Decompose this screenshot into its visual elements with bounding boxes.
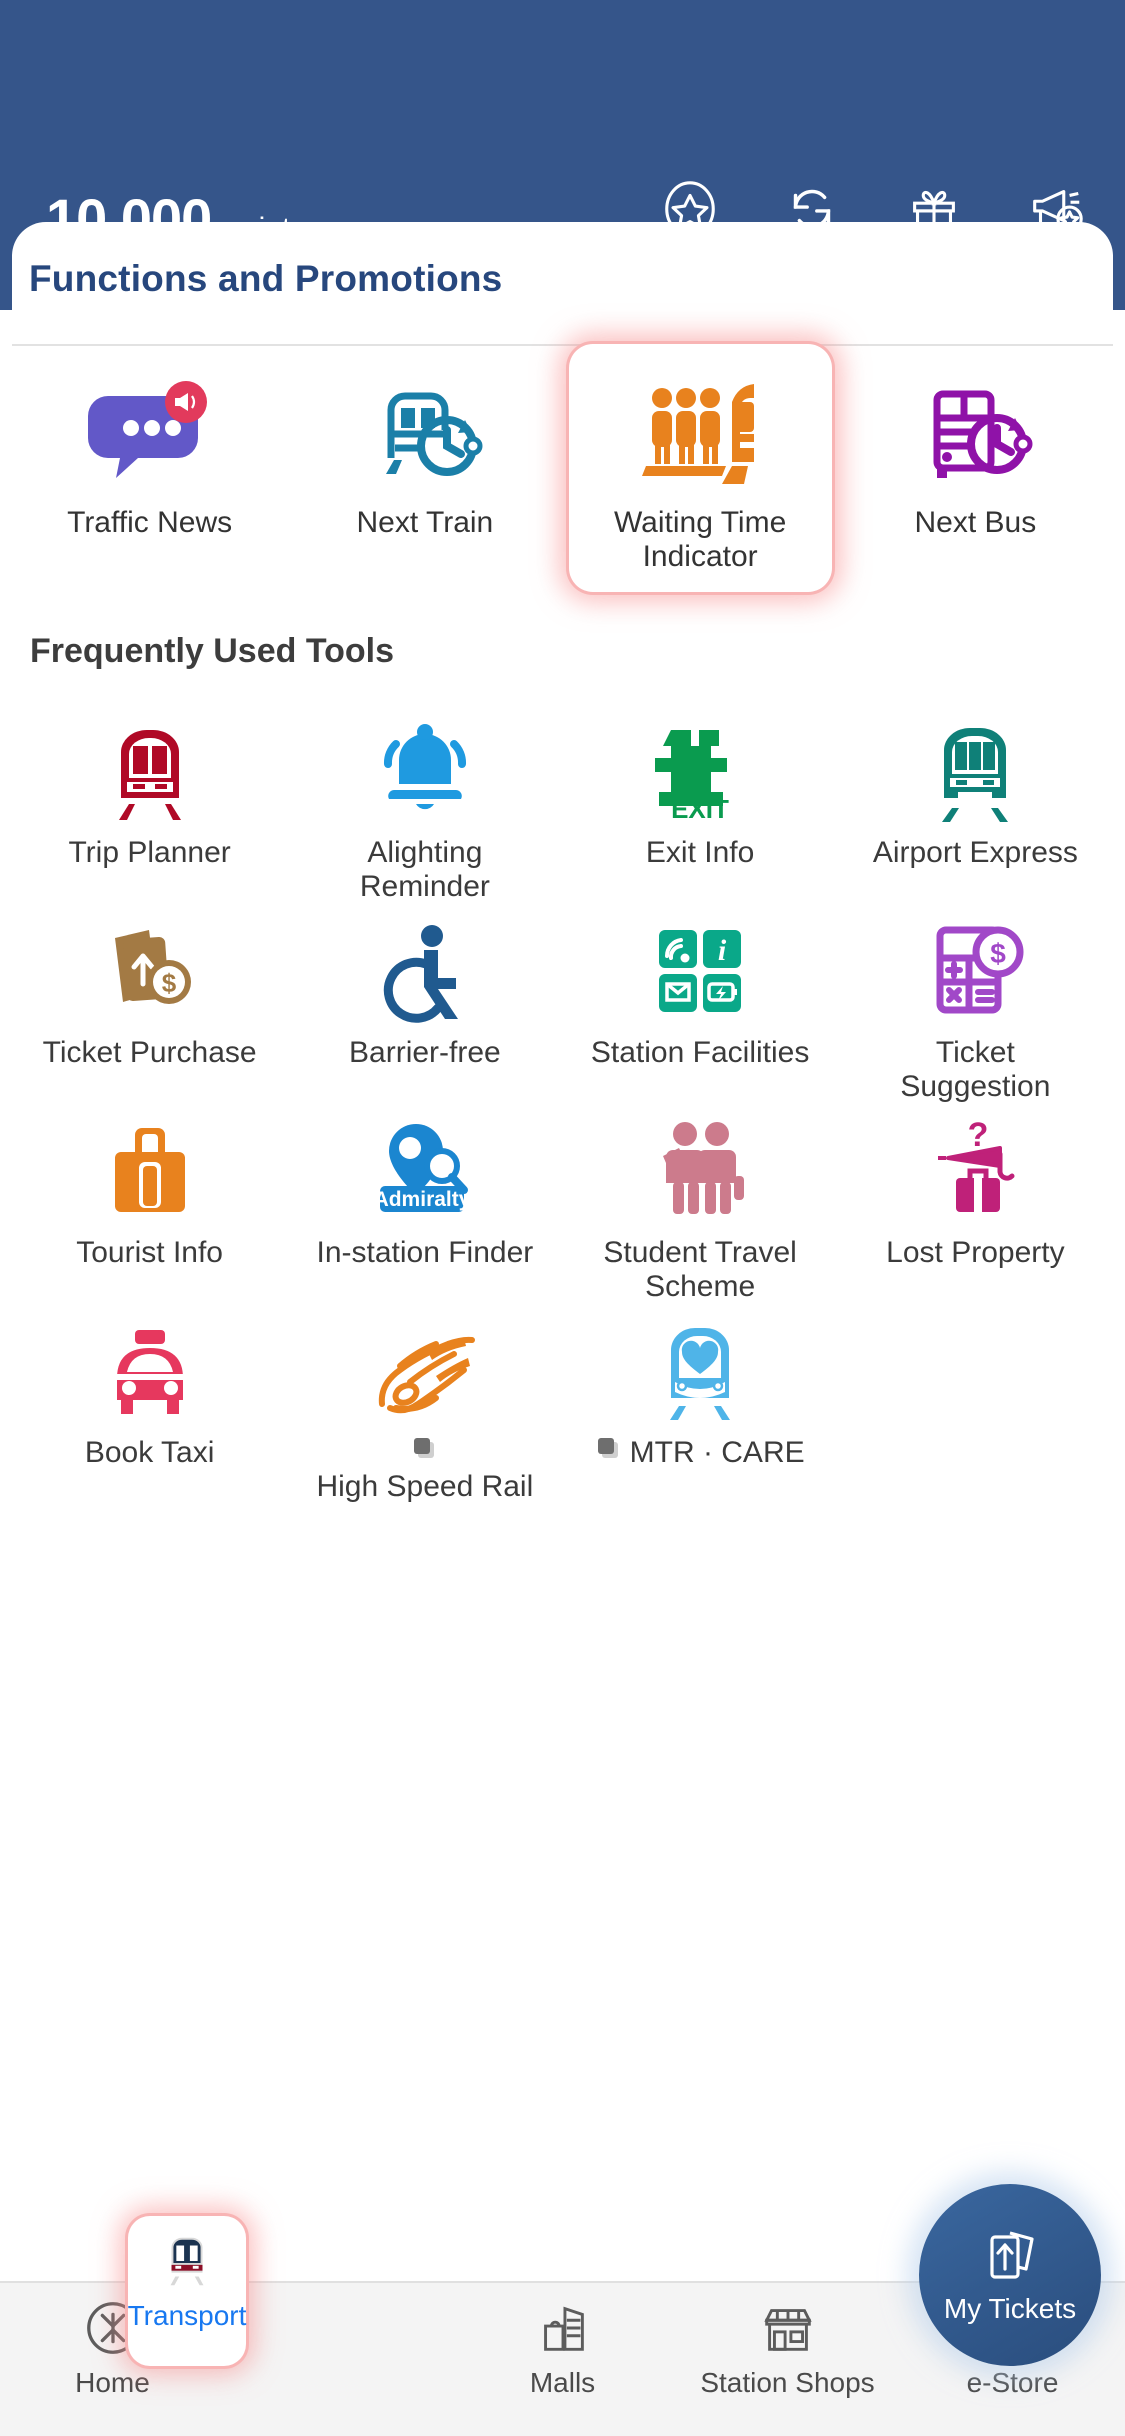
svg-text:EXIT: EXIT — [671, 794, 729, 824]
tool-item-mtr-care[interactable]: MTR · CARE — [563, 1310, 838, 1510]
tickets-icon — [978, 2225, 1042, 2289]
facilities-grid-icon: i — [641, 920, 759, 1024]
tool-label: Alighting Reminder — [359, 836, 490, 904]
tool-label: Student Travel Scheme — [603, 1236, 797, 1304]
tool-item-exit-info[interactable]: EXIT Exit Info — [563, 710, 838, 910]
storefront-icon — [757, 2297, 819, 2359]
tool-label: MTR · CARE — [596, 1436, 805, 1470]
bell-icon — [366, 720, 484, 824]
train-clock-icon — [361, 380, 489, 490]
promo-label: Next Train — [356, 506, 494, 539]
tool-item-barrier-free[interactable]: Barrier-free — [287, 910, 562, 1110]
tool-item-book-taxi[interactable]: Book Taxi — [12, 1310, 287, 1510]
nav-label: e-Store — [966, 2367, 1059, 2398]
page-title: Functions and Promotions — [29, 258, 503, 299]
promo-label: Waiting Time Indicator — [613, 506, 787, 573]
svg-text:$: $ — [991, 938, 1007, 969]
external-link-icon — [597, 1438, 618, 1458]
my-tickets-fab[interactable]: My Tickets — [919, 2184, 1101, 2366]
exit-sign-icon: EXIT — [641, 720, 759, 824]
suitcase-icon — [91, 1120, 209, 1224]
svg-text:$: $ — [161, 968, 176, 998]
nav-label: Home — [75, 2367, 150, 2398]
tool-label: In-station Finder — [316, 1236, 534, 1269]
tool-item-airport-express[interactable]: Airport Express — [838, 710, 1113, 910]
svg-text:i: i — [718, 934, 727, 967]
frequently-used-tools-grid: Trip Planner Alighting Reminder EXIT Exi… — [12, 710, 1113, 1510]
content-sheet: Functions and Promotions Traffic News Ne… — [12, 222, 1113, 2436]
sheet-divider — [12, 344, 1113, 346]
external-link-icon — [413, 1438, 434, 1458]
promo-label: Next Bus — [914, 506, 1037, 539]
tool-item-student-travel-scheme[interactable]: Student Travel Scheme — [563, 1110, 838, 1310]
promo-item-next-train[interactable]: Next Train — [287, 362, 562, 592]
nav-spacer-transport — [225, 2283, 450, 2436]
tool-label: Trip Planner — [68, 836, 231, 869]
two-students-icon — [641, 1120, 759, 1224]
umbrella-suitcase-question-icon: ? — [916, 1120, 1034, 1224]
tool-item-ticket-purchase[interactable]: $ Ticket Purchase — [12, 910, 287, 1110]
tool-label: Tourist Info — [76, 1236, 223, 1269]
bus-clock-icon — [911, 380, 1039, 490]
speech-bubble-megaphone-icon — [86, 380, 214, 490]
functions-promotions-grid: Traffic News Next Train Waiting Time Ind… — [12, 344, 1113, 592]
train-nav-icon — [156, 2230, 218, 2292]
tool-item-high-speed-rail[interactable]: High Speed Rail — [287, 1310, 562, 1510]
tool-label: High Speed Rail — [310, 1436, 540, 1504]
buildings-icon — [532, 2297, 594, 2359]
nav-item-transport[interactable]: Transport — [128, 2216, 246, 2366]
tool-label: Ticket Suggestion — [900, 1036, 1051, 1104]
nav-item-station-shops[interactable]: Station Shops — [675, 2283, 900, 2436]
taxi-icon — [91, 1320, 209, 1424]
tool-item-tourist-info[interactable]: Tourist Info — [12, 1110, 287, 1310]
tool-item-alighting-reminder[interactable]: Alighting Reminder — [287, 710, 562, 910]
tool-item-lost-property[interactable]: ? Lost Property — [838, 1110, 1113, 1310]
tools-section-title: Frequently Used Tools — [30, 632, 394, 670]
train-heart-icon — [641, 1320, 759, 1424]
tool-label: Ticket Purchase — [42, 1036, 257, 1069]
tool-label: Barrier-free — [349, 1036, 501, 1069]
tool-item-station-facilities[interactable]: i Station Facilities — [563, 910, 838, 1110]
wheelchair-icon — [366, 920, 484, 1024]
tool-label: Station Facilities — [590, 1036, 810, 1069]
promo-item-traffic-news[interactable]: Traffic News — [12, 362, 287, 592]
station-badge-text: Admiralty — [373, 1188, 470, 1211]
nav-label: Malls — [529, 2367, 596, 2398]
nav-label: Station Shops — [700, 2367, 875, 2398]
high-speed-train-icon — [366, 1320, 484, 1424]
promo-label: Traffic News — [67, 506, 233, 539]
ticket-dollar-icon: $ — [91, 920, 209, 1024]
promo-item-waiting-time-indicator[interactable]: Waiting Time Indicator — [568, 344, 832, 592]
train-front-icon — [91, 720, 209, 824]
tool-label: Book Taxi — [84, 1436, 215, 1469]
fab-label: My Tickets — [943, 2293, 1077, 2324]
nav-item-malls[interactable]: Malls — [450, 2283, 675, 2436]
promo-item-next-bus[interactable]: Next Bus — [838, 362, 1113, 592]
calculator-dollar-icon: $ — [916, 920, 1034, 1024]
map-pin-search-icon: Admiralty — [366, 1120, 484, 1224]
people-train-waiting-icon — [636, 380, 764, 490]
nav-label: Transport — [127, 2300, 247, 2331]
tool-item-trip-planner[interactable]: Trip Planner — [12, 710, 287, 910]
tool-label: Exit Info — [645, 836, 755, 869]
airport-train-icon — [916, 720, 1034, 824]
tool-label: Airport Express — [872, 836, 1078, 869]
tool-item-ticket-suggestion[interactable]: $ Ticket Suggestion — [838, 910, 1113, 1110]
tool-label: Lost Property — [886, 1236, 1065, 1269]
tool-item-in-station-finder[interactable]: Admiralty In-station Finder — [287, 1110, 562, 1310]
